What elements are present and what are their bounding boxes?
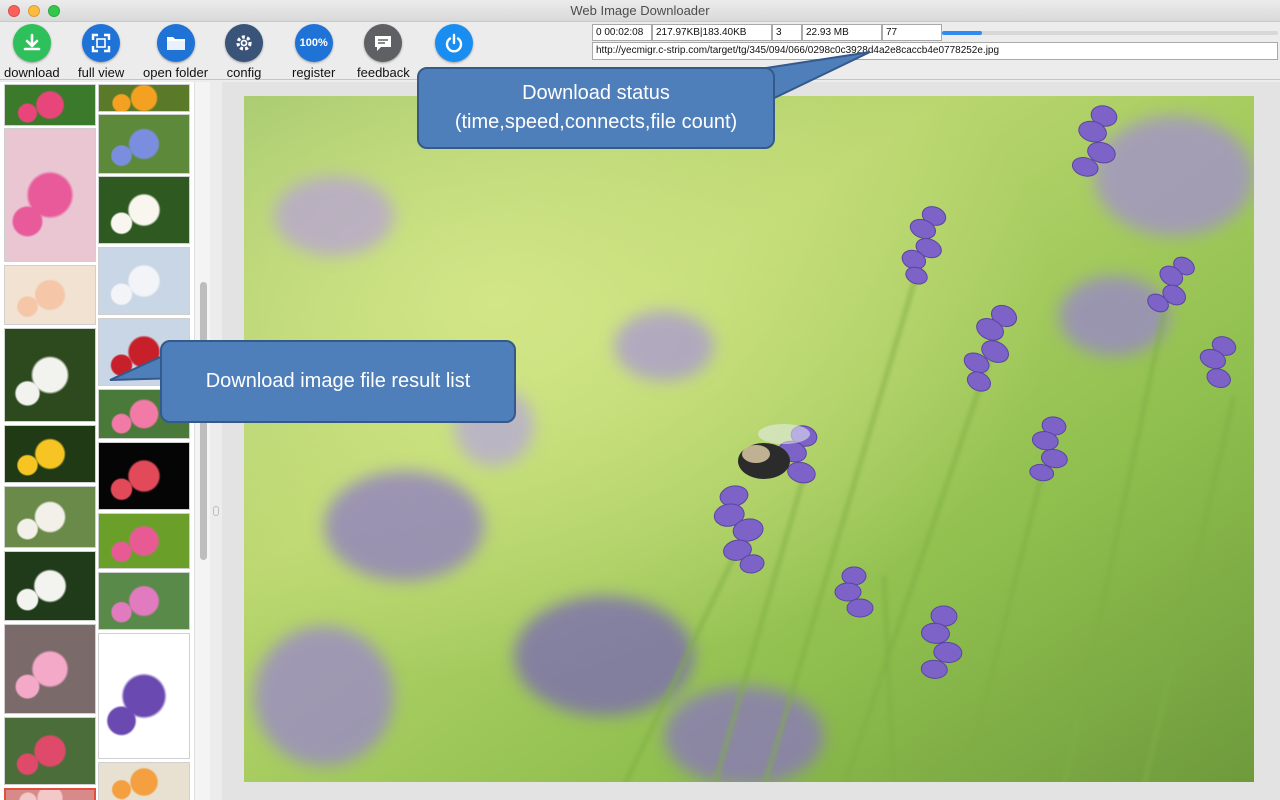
register-badge: 100% [299, 37, 328, 49]
minimize-window-button[interactable] [28, 5, 40, 17]
split-handle[interactable] [213, 506, 219, 516]
callout-status-title: Download status [522, 82, 670, 104]
lavender-photo [244, 96, 1254, 782]
window-title: Web Image Downloader [570, 3, 710, 18]
status-time: 0 00:02:08 [592, 24, 652, 41]
download-icon [12, 24, 51, 62]
full-view-label: full view [78, 65, 125, 80]
download-status-row: 0 00:02:08 217.97KB|183.40KB 3 22.93 MB … [592, 24, 942, 41]
callout-status-detail: (time,speed,connects,file count) [454, 111, 738, 133]
status-speed: 217.97KB|183.40KB [652, 24, 772, 41]
thumbnail-item[interactable] [4, 624, 96, 714]
thumbnail-item[interactable] [4, 717, 96, 785]
thumbnail-item[interactable] [98, 114, 190, 174]
close-window-button[interactable] [8, 5, 20, 17]
thumbnail-item[interactable] [98, 442, 190, 510]
thumbnail-item[interactable] [98, 513, 190, 569]
config-button[interactable]: config [225, 24, 263, 80]
power-button[interactable] [435, 24, 473, 62]
thumbnail-item[interactable] [98, 84, 190, 112]
callout-download-status: Download status (time,speed,connects,fil… [417, 67, 775, 149]
thumbnail-item[interactable] [4, 788, 96, 800]
image-preview[interactable] [244, 96, 1254, 782]
thumbnail-scrollbar[interactable] [194, 82, 210, 800]
thumbnail-item[interactable] [98, 762, 190, 800]
thumbnail-item[interactable] [4, 425, 96, 483]
title-bar: Web Image Downloader [0, 0, 1280, 22]
progress-fill [942, 31, 983, 35]
status-connects: 3 [772, 24, 802, 41]
thumbnail-item[interactable] [98, 572, 190, 630]
thumbnail-item[interactable] [98, 176, 190, 244]
thumbnail-item[interactable] [98, 247, 190, 315]
progress-track [942, 31, 1278, 35]
register-icon: 100% [294, 24, 333, 62]
full-view-button[interactable]: full view [78, 24, 124, 80]
fullscreen-icon [82, 24, 121, 62]
status-size: 22.93 MB [802, 24, 882, 41]
thumbnail-item[interactable] [98, 633, 190, 759]
download-button[interactable]: download [4, 24, 60, 80]
image-result-list[interactable] [0, 82, 194, 800]
feedback-button[interactable]: feedback [357, 24, 410, 80]
gear-icon [225, 24, 263, 62]
feedback-label: feedback [357, 65, 410, 80]
open-folder-button[interactable]: open folder [143, 24, 208, 80]
open-folder-label: open folder [143, 65, 209, 80]
thumbnail-item[interactable] [4, 84, 96, 126]
callout-result-list: Download image file result list [160, 340, 516, 423]
power-icon [435, 24, 473, 62]
download-progress-bar [942, 26, 1278, 40]
chat-icon [364, 24, 403, 62]
register-label: register [292, 65, 336, 80]
thumbnail-item[interactable] [4, 328, 96, 422]
status-file-count: 77 [882, 24, 942, 41]
folder-icon [156, 24, 195, 62]
config-label: config [226, 65, 262, 80]
register-button[interactable]: 100% register [292, 24, 335, 80]
thumbnail-item[interactable] [4, 128, 96, 262]
download-label: download [4, 65, 60, 80]
zoom-window-button[interactable] [48, 5, 60, 17]
thumbnail-item[interactable] [4, 265, 96, 325]
thumbnail-item[interactable] [4, 486, 96, 548]
thumbnail-item[interactable] [4, 551, 96, 621]
current-url-field[interactable]: http://yecmigr.c-strip.com/target/tg/345… [592, 42, 1278, 60]
window-controls [8, 5, 60, 17]
